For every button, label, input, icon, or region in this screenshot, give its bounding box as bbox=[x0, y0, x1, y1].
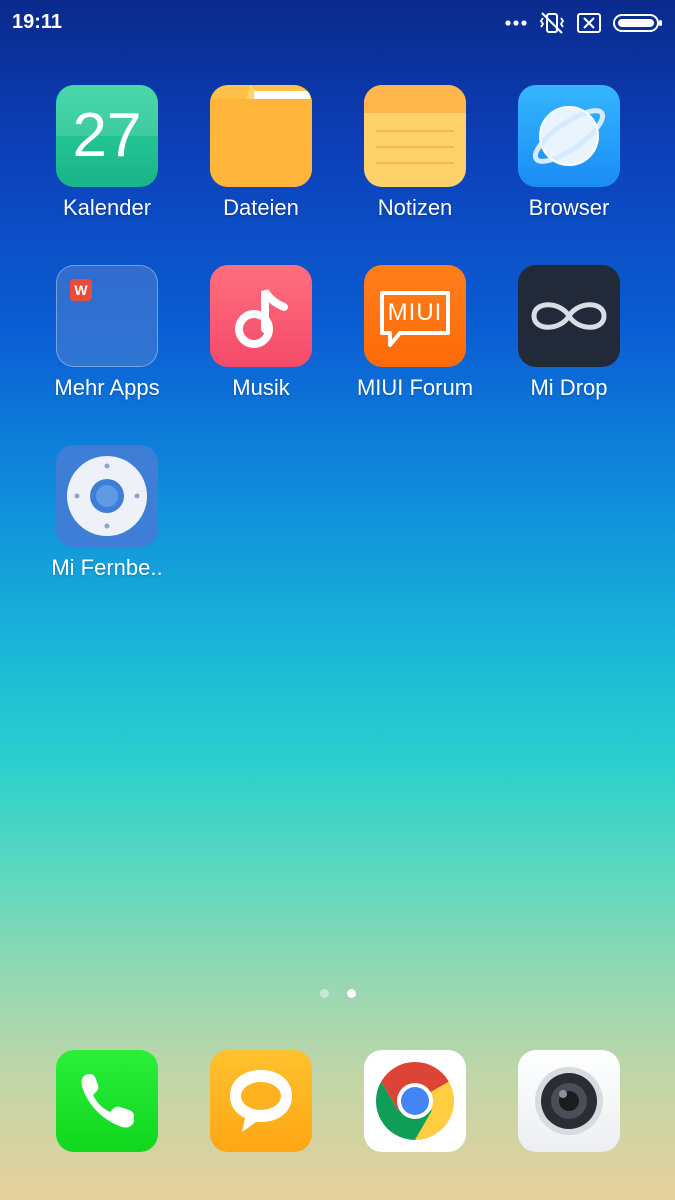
app-mehr-apps[interactable]: W Mehr Apps bbox=[30, 265, 184, 425]
page-indicator bbox=[0, 989, 675, 998]
app-label: MIUI Forum bbox=[356, 375, 474, 400]
app-miui-forum[interactable]: MIUI MIUI Forum bbox=[338, 265, 492, 425]
miui-forum-icon: MIUI bbox=[364, 265, 466, 367]
app-label: Browser bbox=[528, 195, 610, 220]
miui-logo-text: MIUI bbox=[387, 299, 443, 326]
app-mi-drop[interactable]: Mi Drop bbox=[492, 265, 646, 425]
infinity-icon bbox=[518, 265, 620, 367]
remote-control-icon bbox=[56, 445, 158, 547]
camera-icon[interactable] bbox=[518, 1050, 620, 1152]
status-bar: 19:11 bbox=[0, 0, 675, 46]
page-dot-2[interactable] bbox=[346, 989, 356, 998]
phone-icon[interactable] bbox=[56, 1050, 158, 1152]
app-label: Mehr Apps bbox=[54, 375, 160, 400]
wps-office-icon: W bbox=[70, 279, 92, 301]
music-note-icon bbox=[210, 265, 312, 367]
battery-icon bbox=[613, 13, 663, 33]
messages-icon[interactable] bbox=[210, 1050, 312, 1152]
vibrate-mute-icon bbox=[539, 11, 565, 35]
no-sim-icon bbox=[577, 13, 601, 33]
app-folder-icon: W bbox=[56, 265, 158, 367]
dock bbox=[0, 1050, 675, 1154]
app-notizen[interactable]: Notizen bbox=[338, 85, 492, 245]
app-label: Mi Fernbe.. bbox=[51, 555, 163, 580]
status-icons bbox=[505, 10, 663, 36]
app-label: Musik bbox=[232, 375, 290, 400]
app-label: Dateien bbox=[223, 195, 299, 220]
app-dateien[interactable]: Dateien bbox=[184, 85, 338, 245]
status-clock: 19:11 bbox=[12, 11, 63, 33]
folder-icon bbox=[210, 85, 312, 187]
calendar-date: 27 bbox=[72, 101, 142, 170]
chrome-icon[interactable] bbox=[364, 1050, 466, 1152]
calendar-icon: 27 bbox=[56, 85, 158, 187]
app-label: Kalender bbox=[62, 195, 152, 220]
more-dots-icon bbox=[505, 19, 527, 27]
browser-icon bbox=[518, 85, 620, 187]
page-dot-1[interactable] bbox=[319, 989, 329, 998]
app-label: Notizen bbox=[377, 195, 453, 220]
app-label: Mi Drop bbox=[530, 375, 608, 400]
app-browser[interactable]: Browser bbox=[492, 85, 646, 245]
notes-icon bbox=[364, 85, 466, 187]
app-mi-fernbedienung[interactable]: Mi Fernbe.. bbox=[30, 445, 184, 605]
app-musik[interactable]: Musik bbox=[184, 265, 338, 425]
app-kalender[interactable]: 27 Kalender bbox=[30, 85, 184, 245]
